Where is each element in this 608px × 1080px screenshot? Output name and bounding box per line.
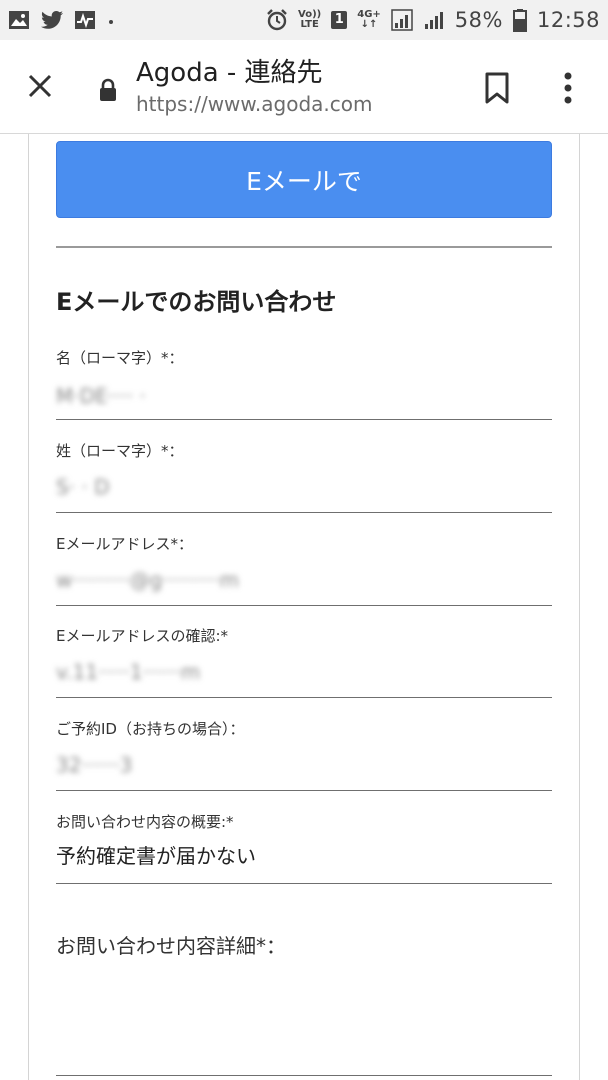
inquiry-details-label: お問い合わせ内容詳細*： bbox=[56, 934, 286, 958]
first-name-underline bbox=[56, 419, 552, 420]
bookmark-button[interactable] bbox=[482, 70, 512, 106]
browser-toolbar: Agoda - 連絡先 https://www.agoda.com bbox=[0, 40, 608, 134]
clock: 12:58 bbox=[536, 8, 600, 32]
inquiry-summary-underline bbox=[56, 883, 552, 884]
section-divider bbox=[56, 246, 552, 248]
section-title: Eメールでのお問い合わせ bbox=[56, 288, 337, 316]
last-name-label: 姓（ローマ字）*： bbox=[56, 442, 184, 460]
sim-slot-badge: 1 bbox=[331, 11, 348, 29]
inquiry-summary-value[interactable]: 予約確定書が届かない bbox=[56, 842, 256, 870]
inquiry-summary-label: お問い合わせ内容の概要:* bbox=[56, 813, 234, 831]
network-arrows-text: ↓↑ bbox=[360, 19, 378, 30]
status-bar-left bbox=[8, 10, 116, 30]
inquiry-summary-field[interactable]: お問い合わせ内容の概要:* 予約確定書が届かない bbox=[56, 812, 552, 884]
url-title-block[interactable]: Agoda - 連絡先 https://www.agoda.com bbox=[136, 56, 373, 118]
twitter-icon bbox=[40, 10, 64, 30]
booking-id-underline bbox=[56, 790, 552, 791]
email-contact-button[interactable]: Eメールで bbox=[56, 141, 552, 218]
email-confirm-field[interactable]: Eメールアドレスの確認:* v.11·····1······m bbox=[56, 626, 552, 698]
booking-id-label: ご予約ID（お持ちの場合）： bbox=[56, 720, 245, 738]
battery-percent: 58% bbox=[454, 8, 503, 32]
last-name-underline bbox=[56, 512, 552, 513]
first-name-field[interactable]: 名（ローマ字）*： M·DE···· · bbox=[56, 348, 552, 420]
first-name-value[interactable]: M·DE···· · bbox=[56, 382, 146, 410]
email-confirm-label: Eメールアドレスの確認:* bbox=[56, 627, 229, 645]
activity-icon bbox=[74, 10, 96, 30]
email-label: Eメールアドレス*： bbox=[56, 535, 193, 553]
status-bar: Vo)) LTE 1 4G+ ↓↑ 58% 12:58 bbox=[0, 0, 608, 40]
email-field[interactable]: Eメールアドレス*： w·········@g·········m bbox=[56, 534, 552, 606]
booking-id-field[interactable]: ご予約ID（お持ちの場合）： 32······3 bbox=[56, 719, 552, 791]
page-title: Agoda - 連絡先 bbox=[136, 58, 323, 88]
inquiry-details-textarea[interactable] bbox=[56, 1075, 552, 1076]
first-name-label: 名（ローマ字）*： bbox=[56, 349, 184, 367]
volte-bottom-text: LTE bbox=[300, 19, 319, 30]
more-vertical-icon bbox=[564, 72, 572, 104]
notification-dot-icon bbox=[106, 10, 116, 30]
gallery-icon bbox=[8, 10, 30, 30]
email-confirm-underline bbox=[56, 697, 552, 698]
email-value[interactable]: w·········@g·········m bbox=[56, 566, 239, 594]
email-underline bbox=[56, 605, 552, 606]
status-bar-right: Vo)) LTE 1 4G+ ↓↑ 58% 12:58 bbox=[266, 8, 600, 32]
email-confirm-value[interactable]: v.11·····1······m bbox=[56, 658, 200, 686]
last-name-value[interactable]: S· · D bbox=[56, 473, 110, 501]
signal-strength-icon bbox=[391, 9, 413, 31]
alarm-icon bbox=[266, 9, 288, 31]
volte-indicator: Vo)) LTE bbox=[298, 10, 321, 30]
signal-strength-2-icon bbox=[423, 9, 445, 31]
battery-icon bbox=[512, 8, 527, 32]
network-type-indicator: 4G+ ↓↑ bbox=[357, 10, 381, 30]
lock-icon[interactable] bbox=[98, 78, 118, 102]
overflow-menu-button[interactable] bbox=[556, 68, 580, 108]
bookmark-icon bbox=[485, 72, 509, 104]
close-icon bbox=[28, 74, 52, 98]
booking-id-value[interactable]: 32······3 bbox=[56, 751, 132, 779]
page-url: https://www.agoda.com bbox=[136, 92, 373, 116]
last-name-field[interactable]: 姓（ローマ字）*： S· · D bbox=[56, 441, 552, 513]
close-tab-button[interactable] bbox=[22, 68, 58, 104]
